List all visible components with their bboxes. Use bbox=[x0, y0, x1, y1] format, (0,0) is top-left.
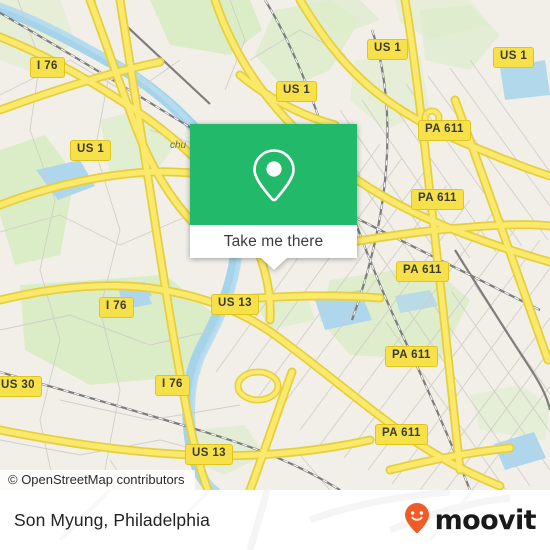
road-shield: PA 611 bbox=[418, 120, 471, 141]
place-title: Son Myung, Philadelphia bbox=[14, 509, 210, 530]
road-shield: US 30 bbox=[0, 376, 42, 397]
take-me-there-button[interactable]: Take me there bbox=[190, 225, 357, 258]
map-attribution[interactable]: © OpenStreetMap contributors bbox=[0, 470, 195, 490]
road-shield: PA 611 bbox=[375, 424, 428, 445]
callout-pointer bbox=[260, 258, 287, 270]
moovit-wordmark: moovit bbox=[434, 504, 537, 536]
take-me-there-label: Take me there bbox=[223, 232, 324, 250]
moovit-place-card: chu I 76 US 1 US 1 US 1 PA 611 US 1 PA 611 PA 6… bbox=[0, 0, 550, 550]
road-shield: US 13 bbox=[185, 444, 233, 465]
road-shield: US 1 bbox=[70, 140, 112, 161]
road-shield: US 1 bbox=[493, 47, 535, 68]
callout-header bbox=[190, 124, 357, 225]
take-me-there-callout[interactable]: Take me there bbox=[190, 124, 357, 270]
road-shield: PA 611 bbox=[411, 189, 464, 210]
moovit-brand[interactable]: moovit bbox=[404, 502, 537, 539]
road-shield: US 1 bbox=[367, 39, 409, 60]
map-pin-icon bbox=[190, 124, 357, 225]
road-shield: PA 611 bbox=[385, 346, 438, 367]
moovit-smiley-pin-icon bbox=[404, 502, 430, 539]
road-shield: US 13 bbox=[211, 294, 259, 315]
road-shield: US 1 bbox=[276, 81, 318, 102]
map-place-label: chu bbox=[170, 140, 187, 151]
footer-bar: Son Myung, Philadelphia moovit bbox=[0, 490, 550, 550]
road-shield: I 76 bbox=[30, 57, 65, 78]
road-shield: I 76 bbox=[99, 297, 134, 318]
road-shield: PA 611 bbox=[396, 261, 449, 282]
road-shield: I 76 bbox=[155, 375, 190, 396]
